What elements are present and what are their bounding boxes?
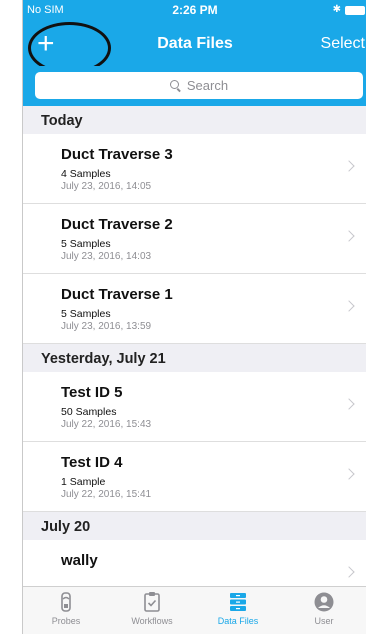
item-title: Duct Traverse 2: [61, 216, 173, 233]
clipboard-check-icon: [140, 591, 164, 613]
item-date: July 23, 2016, 13:59: [61, 321, 152, 332]
item-samples: 4 Samples: [61, 168, 111, 180]
list-item[interactable]: Duct Traverse 1 5 Samples July 23, 2016,…: [23, 274, 366, 344]
item-date: July 23, 2016, 14:03: [61, 251, 152, 262]
tab-workflows[interactable]: Workflows: [109, 587, 195, 634]
search-icon: [169, 80, 181, 91]
list-item[interactable]: Test ID 4 1 Sample July 22, 2016, 15:41: [23, 442, 366, 512]
tab-label: User: [314, 616, 334, 626]
section-header-july-20: July 20: [23, 512, 366, 540]
battery-icon: [345, 5, 365, 15]
tab-label: Data Files: [217, 616, 259, 626]
item-samples: 50 Samples: [61, 406, 117, 418]
status-time: 2:26 PM: [172, 3, 218, 17]
section-header-today: Today: [23, 106, 366, 134]
item-samples: 5 Samples: [61, 308, 111, 320]
chevron-right-icon: [343, 398, 355, 410]
data-files-list: Today Duct Traverse 3 4 Samples July 23,…: [23, 106, 366, 586]
chevron-right-icon: [343, 566, 355, 578]
tab-user[interactable]: User: [281, 587, 366, 634]
item-title: Test ID 5: [61, 384, 123, 401]
chevron-right-icon: [343, 468, 355, 480]
item-samples: 5 Samples: [61, 238, 111, 250]
status-bar: No SIM 2:26 PM ✱: [23, 0, 366, 20]
search-placeholder: Search: [186, 78, 229, 93]
chevron-right-icon: [343, 230, 355, 242]
search-bar: Search: [23, 66, 366, 106]
bluetooth-icon: ✱: [332, 4, 341, 15]
item-date: July 22, 2016, 15:41: [61, 489, 152, 500]
tab-probes[interactable]: Probes: [23, 587, 109, 634]
tab-label: Probes: [51, 616, 81, 626]
file-cabinet-icon: [226, 591, 250, 613]
item-title: Test ID 4: [61, 454, 123, 471]
user-icon: [312, 591, 336, 613]
list-item[interactable]: Duct Traverse 2 5 Samples July 23, 2016,…: [23, 204, 366, 274]
tab-label: Workflows: [131, 616, 173, 626]
item-date: July 23, 2016, 14:05: [61, 181, 152, 192]
item-title: Duct Traverse 1: [61, 286, 173, 303]
list-item[interactable]: Test ID 5 50 Samples July 22, 2016, 15:4…: [23, 372, 366, 442]
item-title: wally: [61, 552, 98, 569]
tab-bar: Probes Workflows Data Files User: [23, 586, 366, 634]
phone-screen: No SIM 2:26 PM ✱ + Data Files Select Sea…: [22, 0, 366, 634]
section-header-yesterday: Yesterday, July 21: [23, 344, 366, 372]
select-button[interactable]: Select: [321, 35, 366, 53]
chevron-right-icon: [343, 300, 355, 312]
search-input[interactable]: Search: [35, 72, 363, 99]
item-title: Duct Traverse 3: [61, 146, 173, 163]
list-item[interactable]: Duct Traverse 3 4 Samples July 23, 2016,…: [23, 134, 366, 204]
tab-data-files[interactable]: Data Files: [195, 587, 281, 634]
item-date: July 22, 2016, 15:43: [61, 419, 152, 430]
status-indicators: ✱: [333, 5, 365, 15]
item-samples: 1 Sample: [61, 476, 106, 488]
chevron-right-icon: [343, 160, 355, 172]
probe-icon: [54, 591, 78, 613]
list-item[interactable]: wally: [23, 540, 366, 586]
